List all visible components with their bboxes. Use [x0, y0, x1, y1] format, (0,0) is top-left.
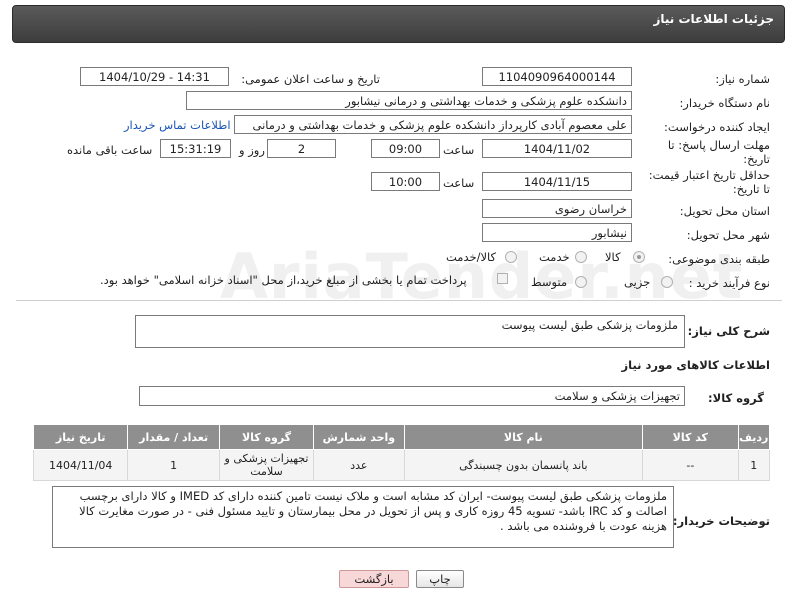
deadline-label-line2: تاریخ:	[743, 152, 770, 166]
validity-time-word: ساعت	[443, 176, 475, 190]
category-option-goods-service: کالا/خدمت	[446, 250, 497, 264]
process-label: نوع فرآیند خرید :	[688, 276, 770, 290]
announce-label: تاریخ و ساعت اعلان عمومی:	[241, 72, 380, 86]
contact-info-link[interactable]: اطلاعات تماس خریدار	[124, 118, 231, 132]
description-field[interactable]: ملزومات پزشکی طبق لیست پیوست	[135, 315, 685, 348]
buyer-notes-label: توضیحات خریدار:	[672, 514, 770, 528]
validity-time-field: 10:00	[371, 172, 440, 191]
description-label: شرح کلی نیاز:	[687, 324, 770, 338]
col-date: تاریخ نیاز	[32, 424, 129, 450]
creator-field: علی معصوم آبادی کارپرداز دانشکده علوم پز…	[234, 115, 632, 134]
cell-qty: 1	[127, 449, 220, 481]
goods-group-field: تجهیزات پزشکی و سلامت	[139, 386, 685, 406]
days-word: روز و	[239, 143, 265, 157]
category-radio-goods-service[interactable]	[505, 251, 517, 263]
deadline-time-field: 09:00	[371, 139, 440, 158]
remaining-time-field: 15:31:19	[160, 139, 231, 158]
col-unit: واحد شمارش	[313, 424, 405, 450]
print-button[interactable]: چاپ	[416, 570, 464, 588]
category-option-goods: کالا	[605, 250, 621, 264]
validity-label-line1: حداقل تاریخ اعتبار قیمت:	[648, 168, 770, 182]
deadline-date-field: 1404/11/02	[482, 139, 632, 158]
category-radio-goods[interactable]	[633, 251, 645, 263]
cell-row: 1	[737, 449, 771, 481]
page-title: جزئیات اطلاعات نیاز	[653, 12, 774, 26]
process-radio-medium[interactable]	[575, 276, 587, 288]
col-name: نام کالا	[403, 424, 644, 450]
table-header-row: ردیف کد کالا نام کالا واحد شمارش گروه کا…	[32, 424, 771, 450]
col-group: گروه کالا	[218, 424, 315, 450]
col-code: کد کالا	[642, 424, 739, 450]
province-field: خراسان رضوی	[482, 199, 632, 218]
announce-field: 1404/10/29 - 14:31	[80, 67, 229, 86]
city-label: شهر محل تحویل:	[686, 228, 770, 242]
category-label: طبقه بندی موضوعی:	[668, 252, 770, 266]
divider	[16, 300, 782, 301]
col-qty: تعداد / مقدار	[127, 424, 220, 450]
validity-date-field: 1404/11/15	[482, 172, 632, 191]
city-field: نیشابور	[482, 223, 632, 242]
validity-label-line2: تا تاریخ:	[732, 182, 770, 196]
back-button[interactable]: بازگشت	[339, 570, 409, 588]
cell-name: باند پانسمان بدون چسبندگی	[403, 449, 644, 481]
goods-section-title: اطلاعات کالاهای مورد نیاز	[621, 358, 770, 372]
goods-table: ردیف کد کالا نام کالا واحد شمارش گروه کا…	[32, 424, 771, 481]
creator-label: ایجاد کننده درخواست:	[664, 120, 770, 134]
remaining-word: ساعت باقی مانده	[67, 143, 153, 157]
table-row[interactable]: 1 -- باند پانسمان بدون چسبندگی عدد تجهیز…	[32, 449, 771, 481]
treasury-payment-note: پرداخت تمام یا بخشی از مبلغ خرید،از محل …	[100, 273, 467, 287]
need-number-field: 1104090964000144	[482, 67, 632, 86]
buyer-notes-field[interactable]: ملزومات پزشکی طبق لیست پیوست- ایران کد م…	[52, 486, 674, 548]
col-row: ردیف	[737, 424, 771, 450]
deadline-label-line1: مهلت ارسال پاسخ: تا	[667, 138, 770, 152]
process-option-minor: جزیی	[624, 275, 651, 289]
treasury-payment-checkbox[interactable]	[497, 273, 508, 284]
process-option-medium: متوسط	[531, 275, 568, 289]
province-label: استان محل تحویل:	[679, 204, 770, 218]
category-radio-service[interactable]	[575, 251, 587, 263]
cell-unit: عدد	[313, 449, 405, 481]
buyer-org-field: دانشکده علوم پزشکی و خدمات بهداشتی و درم…	[186, 91, 632, 110]
cell-group: تجهیزات پزشکی و سلامت	[218, 449, 315, 481]
process-radio-minor[interactable]	[661, 276, 673, 288]
need-number-label: شماره نیاز:	[715, 72, 770, 86]
cell-code: --	[642, 449, 739, 481]
goods-group-label: گروه کالا:	[708, 391, 764, 405]
buyer-org-label: نام دستگاه خریدار:	[679, 96, 770, 110]
deadline-time-word: ساعت	[443, 143, 475, 157]
cell-date: 1404/11/04	[32, 449, 129, 481]
category-option-service: خدمت	[539, 250, 570, 264]
days-field: 2	[267, 139, 336, 158]
